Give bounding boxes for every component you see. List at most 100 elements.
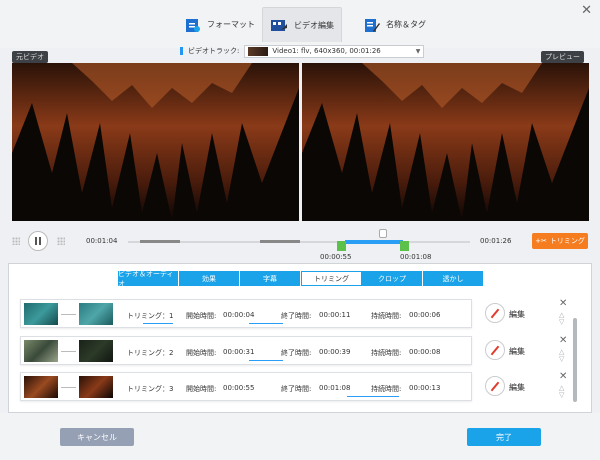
trim-start-time: 00:00:55 [320,253,352,261]
pencil-icon [490,345,500,355]
row-thumb-start [24,303,58,325]
preview-video-frame [302,63,589,221]
edit-label-2[interactable]: 編集 [509,346,525,357]
original-video-label: 元ビデオ [12,51,48,63]
trim-end-handle[interactable] [400,241,409,251]
timeline-segment-1 [140,240,180,243]
edit-button-1[interactable] [485,303,505,323]
row-thumb-end [79,340,113,362]
tab-subtitle[interactable]: 字幕 [240,271,301,286]
original-label-text: 元ビデオ [16,53,44,61]
edit-label-1[interactable]: 編集 [509,309,525,320]
start-underline [249,360,283,361]
close-window-button[interactable]: ✕ [581,3,592,18]
original-video-frame [12,63,299,221]
track-thumbnail [248,46,269,56]
trim-label: トリミング：1 [127,312,174,320]
start-underline [249,323,283,324]
preview-label: プレビュー [541,51,584,63]
trim-label: トリミング：3 [127,385,174,393]
chevron-down-icon: ▼ [415,47,421,55]
format-icon [186,18,200,32]
timeline-segment-2 [260,240,300,243]
thumb-divider [61,387,76,388]
tab-format[interactable]: フォーマット [180,7,260,42]
video-edit-icon [271,20,287,31]
trim-start-handle[interactable] [337,241,346,251]
row-thumb-end [79,303,113,325]
pause-icon [35,237,37,245]
trim-underline [143,323,173,324]
frame-back-icon[interactable] [12,237,20,245]
current-time: 00:01:04 [86,237,118,245]
trim-button[interactable]: +✂ トリミング [532,233,588,249]
trim-row[interactable]: トリミング：3 開始時間: 00:00:55 終了時間: 00:01:08 持続… [20,372,472,401]
start-label: 開始時間: [186,349,217,357]
tab-format-label: フォーマット [207,20,255,29]
start-value: 00:00:04 [223,311,255,319]
trim-button-label: トリミング [549,237,585,245]
edit-button-3[interactable] [485,376,505,396]
tab-watermark[interactable]: 透かし [423,271,484,286]
tab-crop[interactable]: クロップ [362,271,423,286]
tab-video-edit[interactable]: ビデオ編集 [262,7,342,42]
delete-row-3-close-icon[interactable]: ✕ [559,371,567,382]
duration-value: 00:00:08 [409,348,441,356]
scissors-icon: +✂ [535,237,547,245]
scrollbar[interactable] [573,318,577,402]
trim-row[interactable]: トリミング：2 開始時間: 00:00:31 終了時間: 00:00:39 持続… [20,336,472,365]
edit-button-2[interactable] [485,340,505,360]
name-tag-icon [365,18,380,32]
video-track-value: Video1: flv, 640x360, 00:01:26 [272,47,381,55]
duration-value: 00:00:06 [409,311,441,319]
total-time: 00:01:26 [480,237,512,245]
row-3-order-arrows[interactable]: △ ▽ [559,385,564,399]
start-label: 開始時間: [186,385,217,393]
tab-effect[interactable]: 効果 [179,271,240,286]
video-track-label: ビデオトラック: [188,47,240,55]
edit-label-3[interactable]: 編集 [509,382,525,393]
tab-video-audio[interactable]: ビデオ＆オーディオ [118,270,179,288]
delete-row-1-close-icon[interactable]: ✕ [559,298,567,309]
row-thumb-end [79,376,113,398]
duration-label: 持続時間: [371,385,402,393]
trim-end-time: 00:01:08 [400,253,432,261]
tab-video-edit-label: ビデオ編集 [294,20,334,30]
tab-name-tag[interactable]: 名称＆タグ [350,7,440,42]
playhead[interactable] [379,229,387,238]
end-label: 終了時間: [281,385,312,393]
duration-value: 00:00:13 [409,384,441,392]
trim-label: トリミング：2 [127,349,174,357]
duration-label: 持続時間: [371,349,402,357]
timeline-selection [345,240,403,244]
video-track-row: ビデオトラック: Video1: flv, 640x360, 00:01:26 … [180,44,425,58]
row-1-order-arrows[interactable]: △ ▽ [559,312,564,326]
tab-name-tag-label: 名称＆タグ [386,20,426,29]
start-value: 00:00:55 [223,384,255,392]
start-label: 開始時間: [186,312,217,320]
edit-tabs: ビデオ＆オーディオ 効果 字幕 トリミング クロップ 透かし [118,270,484,288]
cancel-button[interactable]: キャンセル [60,428,134,446]
duration-label: 持続時間: [371,312,402,320]
end-label: 終了時間: [281,349,312,357]
video-track-select[interactable]: Video1: flv, 640x360, 00:01:26 ▼ [244,44,425,58]
row-thumb-start [24,340,58,362]
thumb-divider [61,351,76,352]
end-value: 00:00:11 [319,311,351,319]
pause-icon-bar [39,237,41,245]
pause-button[interactable] [28,231,48,251]
delete-row-2-close-icon[interactable]: ✕ [559,335,567,346]
end-underline [347,396,399,397]
row-2-order-arrows[interactable]: △ ▽ [559,349,564,363]
done-button[interactable]: 完了 [467,428,541,446]
tab-trimming[interactable]: トリミング [301,271,362,286]
frame-forward-icon[interactable] [57,237,65,245]
trim-row[interactable]: トリミング：1 開始時間: 00:00:04 終了時間: 00:00:11 持続… [20,299,472,328]
pencil-icon [490,381,500,391]
end-label: 終了時間: [281,312,312,320]
preview-label-text: プレビュー [545,53,580,61]
cave-image-left [12,63,299,221]
cave-image-right [302,63,589,221]
start-value: 00:00:31 [223,348,255,356]
row-thumb-start [24,376,58,398]
